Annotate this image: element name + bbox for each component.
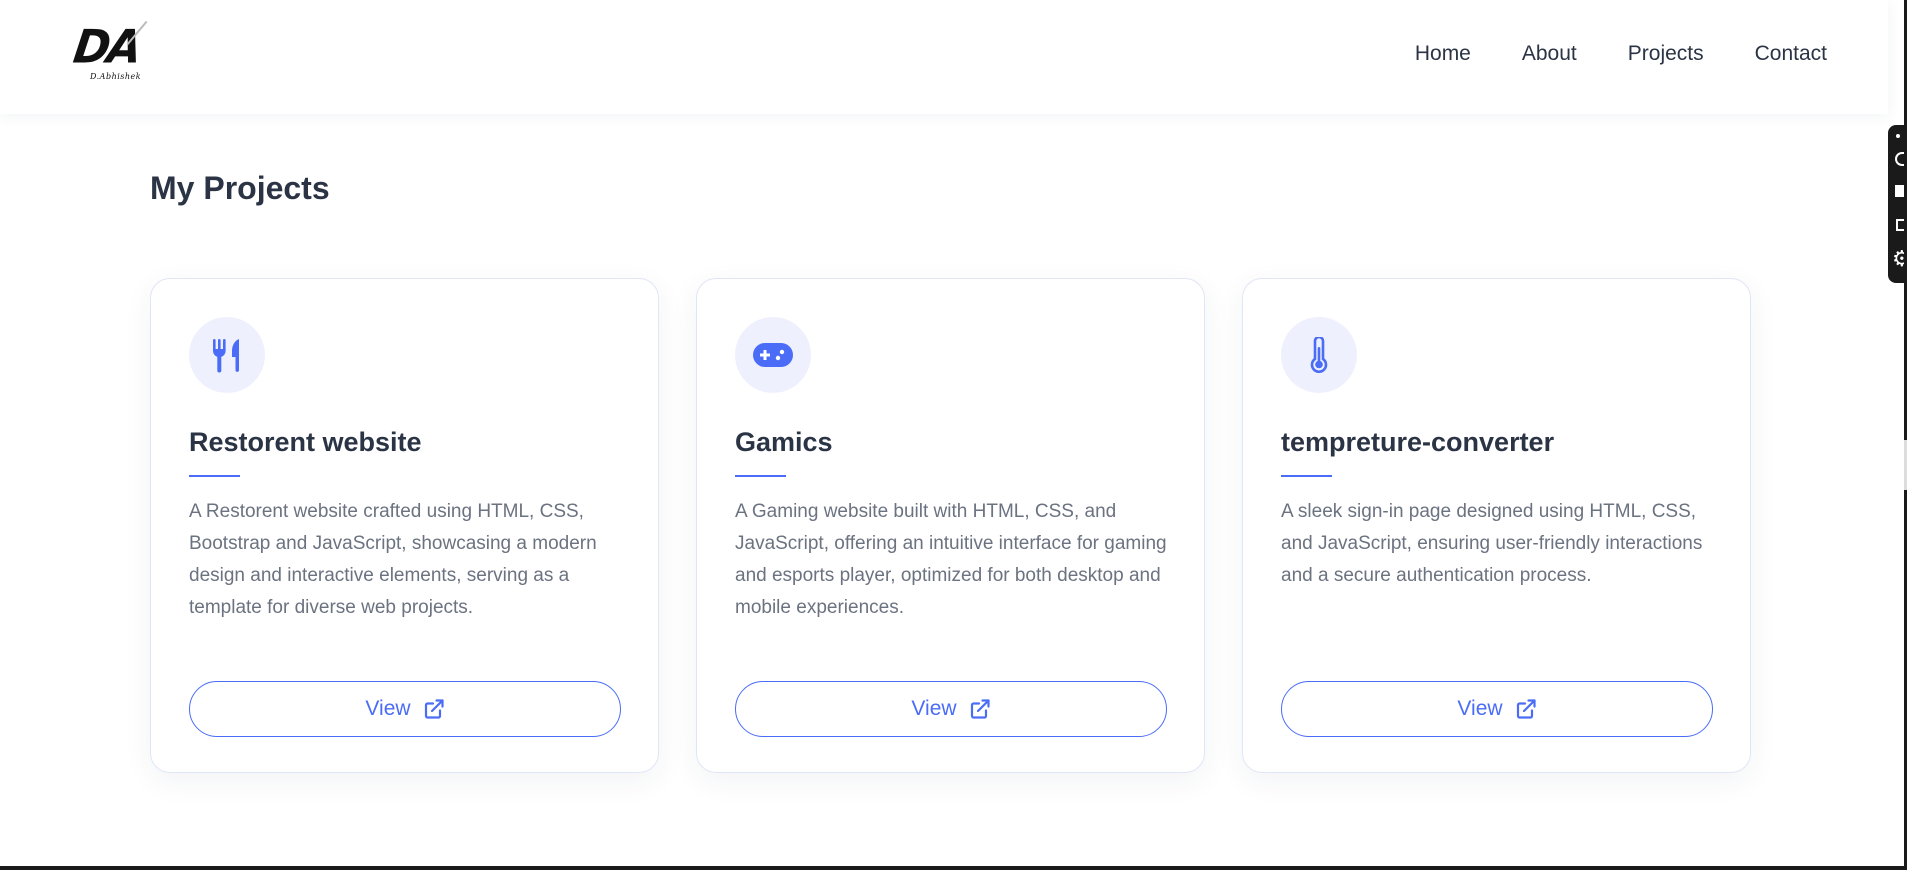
project-title: Restorent website	[189, 427, 422, 457]
project-card-gamics: Gamics A Gaming website built with HTML,…	[696, 278, 1205, 773]
nav-about[interactable]: About	[1522, 42, 1577, 66]
nav-projects[interactable]: Projects	[1628, 42, 1704, 66]
page: DA D.Abhishek Home About Projects Contac…	[0, 0, 1907, 870]
project-description: A Gaming website built with HTML, CSS, a…	[735, 501, 1167, 618]
project-description: A Restorent website crafted using HTML, …	[189, 501, 597, 618]
view-button-label: View	[911, 697, 957, 720]
site-header: DA D.Abhishek Home About Projects Contac…	[0, 0, 1888, 114]
view-button[interactable]: View	[1281, 681, 1713, 737]
external-link-icon	[1516, 699, 1536, 719]
window-bottom-edge	[0, 866, 1907, 870]
project-card-tempreture-converter: tempreture-converter A sleek sign-in pag…	[1242, 278, 1751, 773]
main-nav: Home About Projects Contact	[1415, 42, 1827, 66]
utensils-icon	[189, 317, 265, 393]
project-title: tempreture-converter	[1281, 427, 1555, 457]
dot-icon[interactable]	[1896, 134, 1900, 138]
logo-letters: DA	[70, 20, 143, 75]
external-link-icon	[424, 699, 444, 719]
project-description: A sleek sign-in page designed using HTML…	[1281, 501, 1703, 586]
gamepad-icon	[735, 317, 811, 393]
nav-home[interactable]: Home	[1415, 42, 1471, 66]
title-underline	[1281, 475, 1332, 477]
project-card-restorent: Restorent website A Restorent website cr…	[150, 278, 659, 773]
project-title: Gamics	[735, 427, 833, 457]
view-button[interactable]: View	[189, 681, 621, 737]
logo-subtitle: D.Abhishek	[90, 72, 142, 81]
view-button-label: View	[365, 697, 411, 720]
nav-contact[interactable]: Contact	[1755, 42, 1827, 66]
external-link-icon	[970, 699, 990, 719]
thermometer-icon	[1281, 317, 1357, 393]
title-underline	[189, 475, 240, 477]
section-title: My Projects	[150, 170, 330, 206]
view-button-label: View	[1457, 697, 1503, 720]
view-button[interactable]: View	[735, 681, 1167, 737]
title-underline	[735, 475, 786, 477]
logo[interactable]: DA D.Abhishek	[70, 20, 162, 86]
